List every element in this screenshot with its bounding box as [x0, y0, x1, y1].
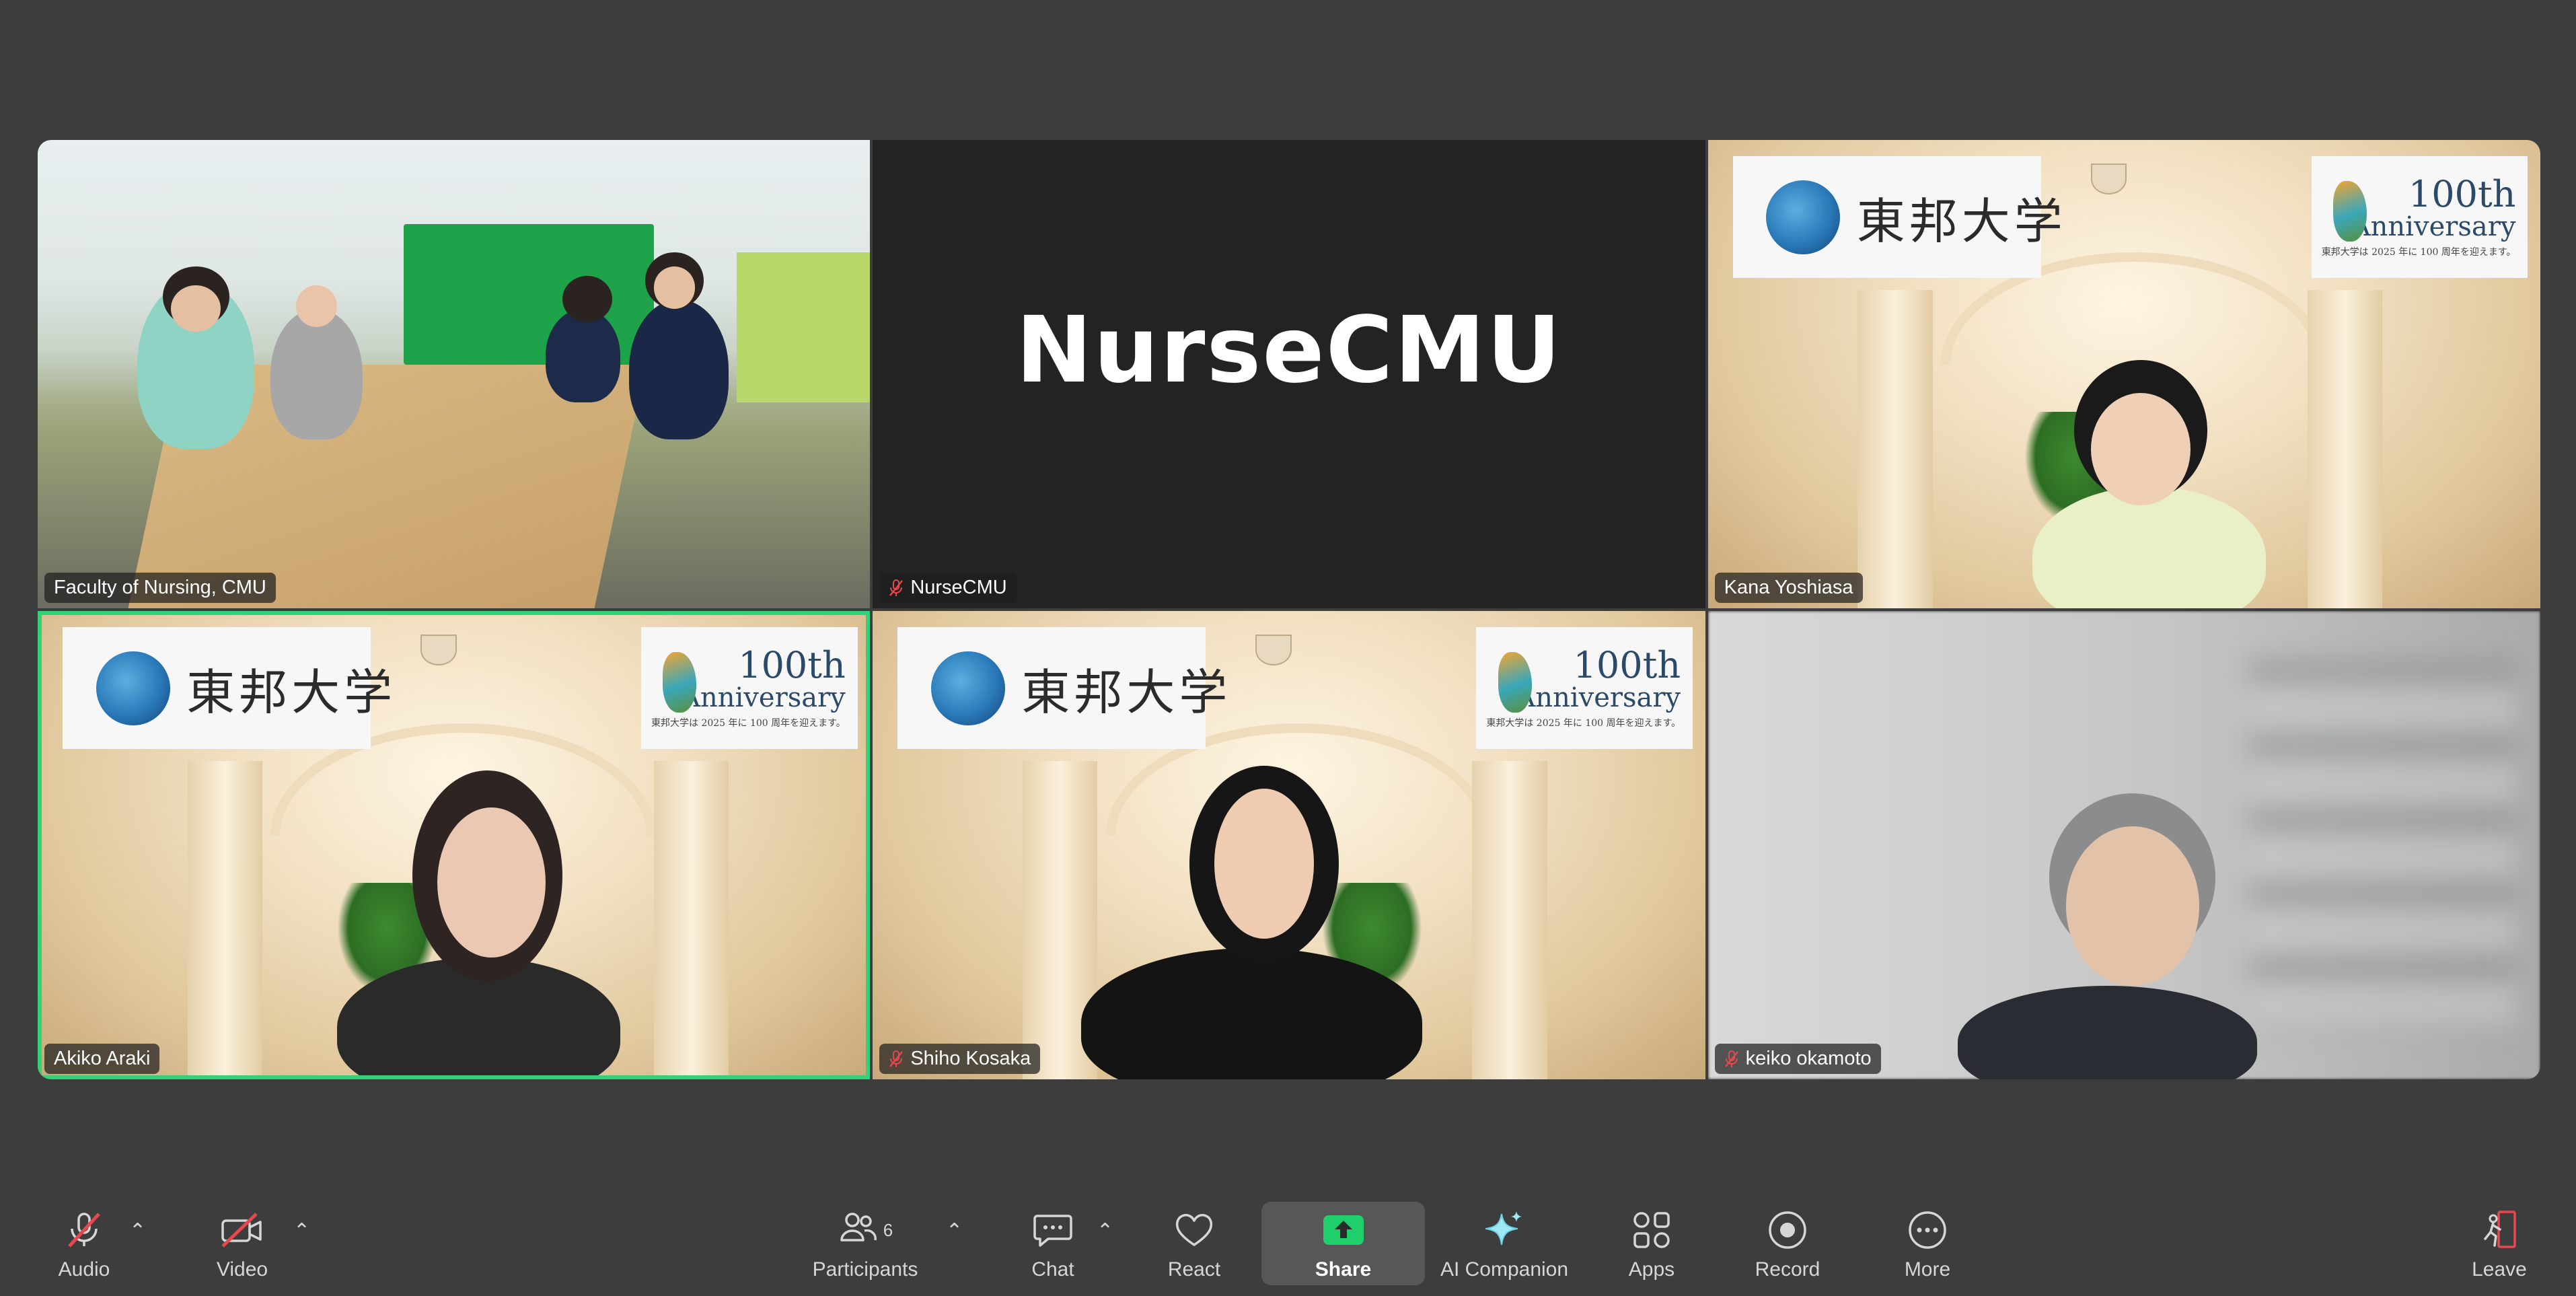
video-tile-shiho-kosaka[interactable]: 東邦大学 100th Anniversary 東邦大学は 2025 年に 100…: [873, 611, 1705, 1079]
participant-nametag: Faculty of Nursing, CMU: [44, 573, 276, 603]
toho-university-seal-icon: [96, 651, 170, 725]
toho-university-seal-icon: [930, 651, 1005, 725]
participant-name: Kana Yoshiasa: [1724, 577, 1853, 598]
apps-icon: [1631, 1204, 1672, 1256]
university-logo-banner: 東邦大学: [897, 627, 1227, 750]
share-screen-icon: [1321, 1204, 1366, 1256]
ai-companion-button[interactable]: AI Companion: [1437, 1204, 1572, 1289]
participant-nametag: Kana Yoshiasa: [1714, 573, 1863, 603]
record-button[interactable]: Record: [1745, 1204, 1830, 1289]
video-tile-nursecmu[interactable]: NurseCMU NurseCMU: [873, 140, 1705, 608]
anniversary-mark-icon: [1498, 651, 1532, 713]
more-ellipsis-icon: [1907, 1204, 1948, 1256]
participant-name: Akiko Araki: [54, 1048, 151, 1069]
video-tile-keiko-okamoto[interactable]: keiko okamoto: [1707, 611, 2540, 1079]
participant-name: Shiho Kosaka: [910, 1048, 1031, 1069]
leave-button[interactable]: Leave: [2462, 1204, 2536, 1289]
participant-name: keiko okamoto: [1745, 1048, 1872, 1069]
participant-nametag: NurseCMU: [879, 573, 1017, 603]
heart-icon: [1173, 1204, 1215, 1256]
mic-muted-icon: [64, 1204, 104, 1256]
video-options-chevron-icon[interactable]: ⌃: [293, 1219, 310, 1243]
university-logo-banner: 東邦大学: [1732, 156, 2063, 279]
record-icon: [1767, 1204, 1808, 1256]
audio-options-chevron-icon[interactable]: ⌃: [129, 1219, 146, 1243]
video-button[interactable]: Video: [202, 1204, 283, 1289]
video-tile-kana-yoshiasa[interactable]: 東邦大学 100th Anniversary 東邦大学は 2025 年に 100…: [1707, 140, 2540, 608]
participant-nametag: Shiho Kosaka: [879, 1044, 1041, 1074]
share-button[interactable]: Share: [1261, 1204, 1425, 1289]
meeting-toolbar: Audio ⌃ Video ⌃ 6 Participants ⌃ Chat ⌃ …: [0, 1195, 2576, 1296]
participants-count: 6: [883, 1219, 893, 1240]
meeting-window: Faculty of Nursing, CMU NurseCMU NurseCM…: [0, 0, 2576, 1296]
participant-display-name: NurseCMU: [1015, 297, 1563, 404]
mic-muted-icon: [889, 579, 904, 598]
participants-button[interactable]: 6 Participants: [805, 1204, 926, 1289]
chat-options-chevron-icon[interactable]: ⌃: [1097, 1219, 1113, 1243]
leave-door-icon: [2478, 1204, 2520, 1256]
anniversary-banner: 100th Anniversary 東邦大学は 2025 年に 100 周年を迎…: [641, 627, 858, 750]
university-logo-banner: 東邦大学: [63, 627, 392, 750]
audio-button[interactable]: Audio: [47, 1204, 121, 1289]
video-tile-faculty-of-nursing[interactable]: Faculty of Nursing, CMU: [38, 140, 871, 608]
ai-sparkle-icon: [1483, 1204, 1526, 1256]
video-feed: [38, 140, 871, 608]
anniversary-mark-icon: [2332, 180, 2367, 242]
participant-name: NurseCMU: [910, 577, 1007, 598]
more-button[interactable]: More: [1890, 1204, 1964, 1289]
participant-nametag: Akiko Araki: [44, 1044, 160, 1074]
anniversary-banner: 100th Anniversary 東邦大学は 2025 年に 100 周年を迎…: [2311, 156, 2528, 279]
participant-nametag: keiko okamoto: [1714, 1044, 1881, 1074]
participants-icon: [838, 1211, 878, 1250]
apps-button[interactable]: Apps: [1615, 1204, 1689, 1289]
chat-icon: [1032, 1204, 1074, 1256]
video-off-icon: [219, 1204, 266, 1256]
video-tile-akiko-araki[interactable]: 東邦大学 100th Anniversary 東邦大学は 2025 年に 100…: [38, 611, 871, 1079]
chat-button[interactable]: Chat: [1016, 1204, 1090, 1289]
participants-options-chevron-icon[interactable]: ⌃: [946, 1219, 963, 1243]
participant-name: Faculty of Nursing, CMU: [54, 577, 266, 598]
video-gallery: Faculty of Nursing, CMU NurseCMU NurseCM…: [38, 140, 2540, 1079]
react-button[interactable]: React: [1156, 1204, 1232, 1289]
anniversary-mark-icon: [663, 651, 697, 713]
mic-muted-icon: [889, 1050, 904, 1069]
toho-university-seal-icon: [1766, 180, 1841, 254]
anniversary-banner: 100th Anniversary 東邦大学は 2025 年に 100 周年を迎…: [1476, 627, 1693, 750]
mic-muted-icon: [1724, 1050, 1739, 1069]
